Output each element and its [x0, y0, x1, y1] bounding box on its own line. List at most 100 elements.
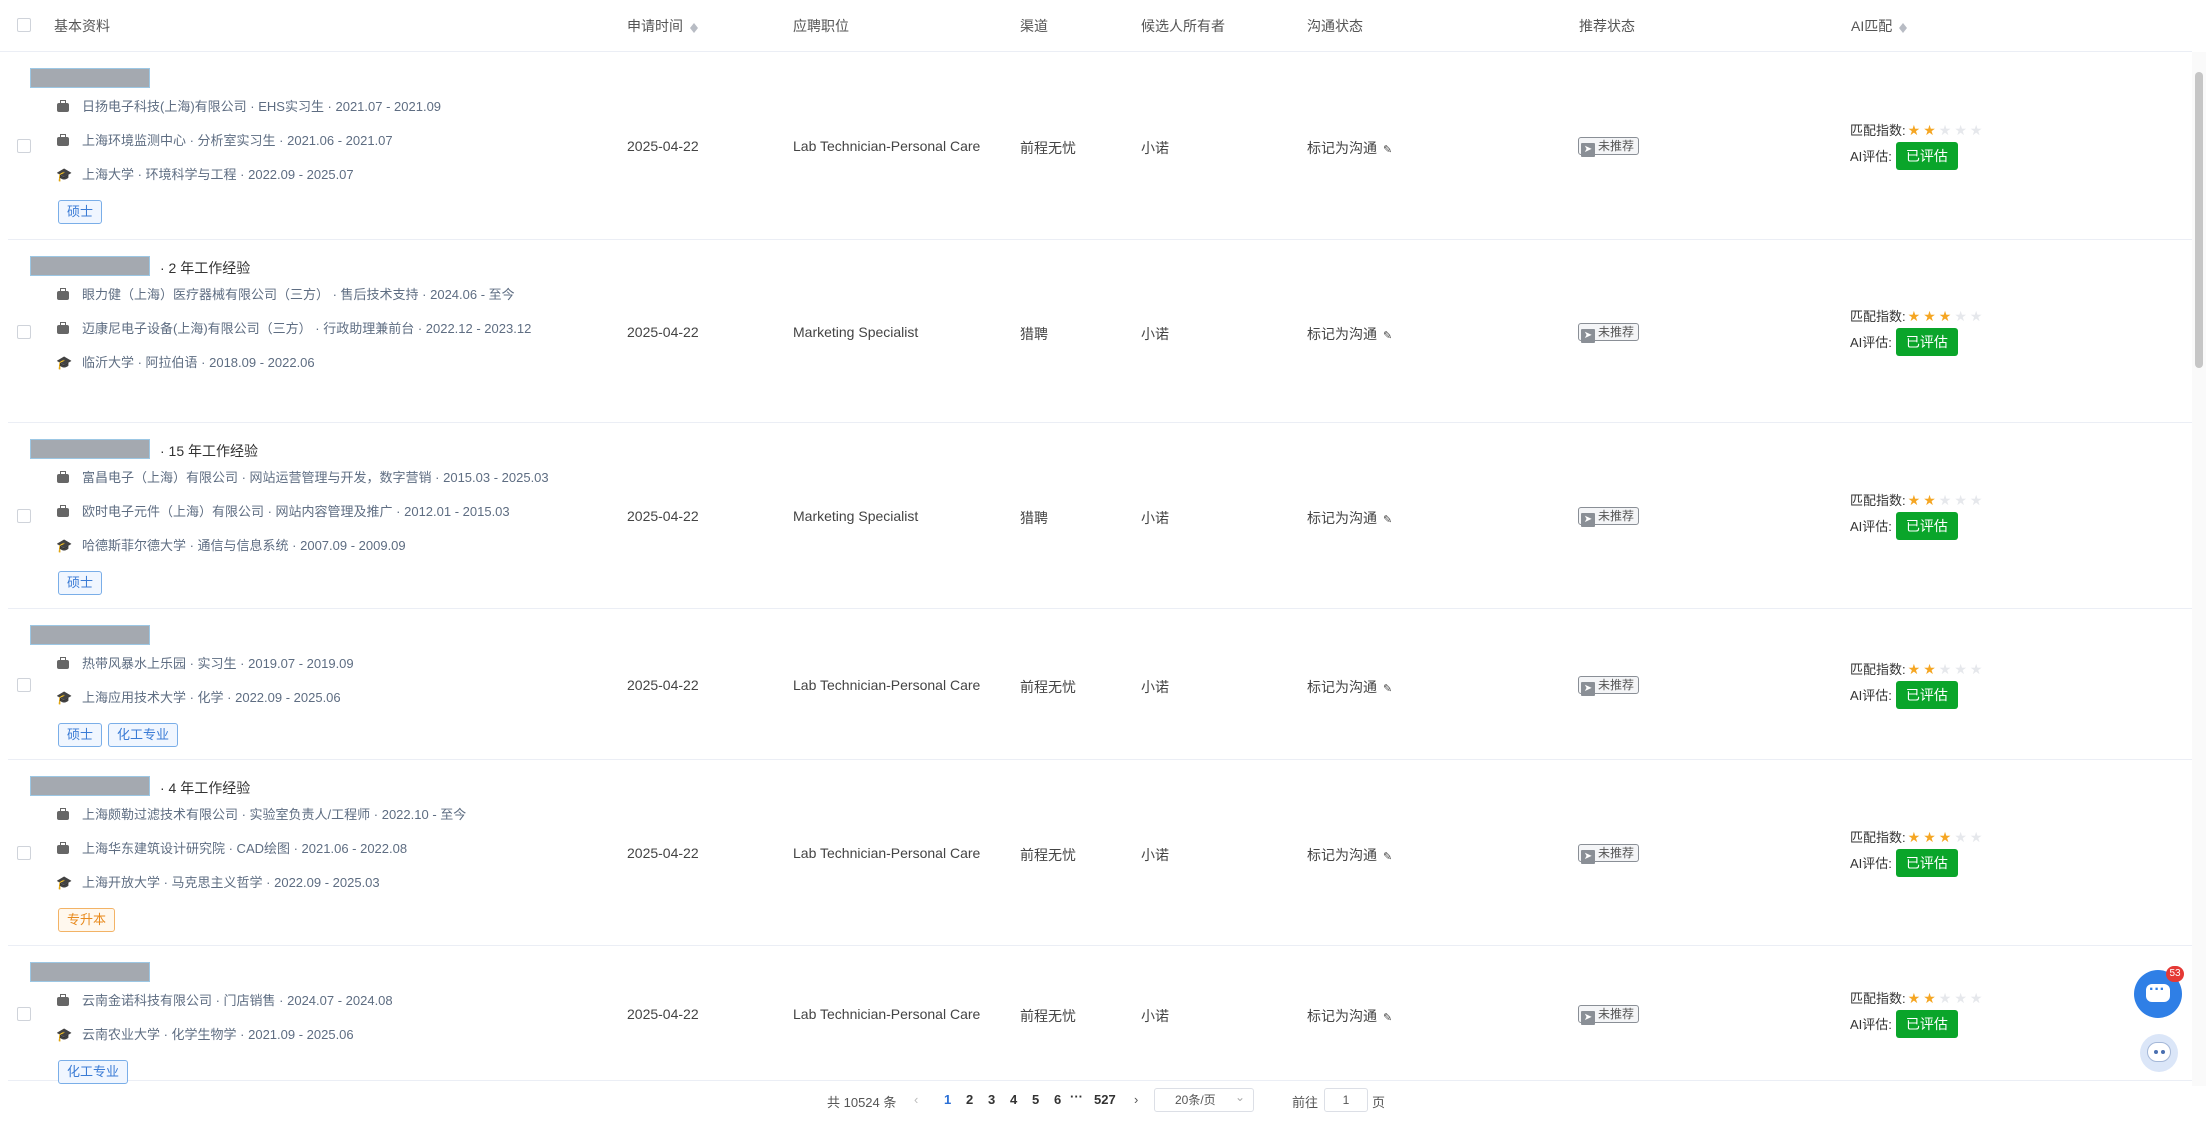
applied-position[interactable]: Lab Technician-Personal Care	[793, 845, 980, 861]
row-checkbox[interactable]	[17, 325, 31, 339]
comm-status[interactable]: 标记为沟通 ✎	[1307, 324, 1392, 344]
page-last[interactable]: 527	[1094, 1092, 1116, 1107]
education-item: 🎓 上海应用技术大学 · 化学 · 2022.09 - 2025.06	[56, 687, 341, 706]
col-ai-match[interactable]: AI匹配	[1851, 16, 1908, 36]
candidate-table-page: 基本资料 申请时间 应聘职位 渠道 候选人所有者 沟通状态 推荐状态 AI匹配 …	[0, 0, 2206, 1121]
table-row[interactable]: 日扬电子科技(上海)有限公司 · EHS实习生 · 2021.07 - 2021…	[8, 52, 2192, 240]
applied-position[interactable]: Marketing Specialist	[793, 508, 918, 524]
candidate-name-redacted[interactable]	[30, 776, 150, 796]
sort-icon[interactable]	[689, 18, 699, 34]
pager-ellipsis[interactable]: ···	[1070, 1089, 1083, 1104]
recommend-status-badge: ➤ 未推荐	[1578, 323, 1640, 343]
comm-status[interactable]: 标记为沟通 ✎	[1307, 1006, 1392, 1026]
work-history-item: 迈康尼电子设备(上海)有限公司（三方） · 行政助理兼前台 · 2022.12 …	[56, 318, 531, 337]
applied-position[interactable]: Lab Technician-Personal Care	[793, 1006, 980, 1022]
row-checkbox[interactable]	[17, 509, 31, 523]
edit-pencil-icon[interactable]: ✎	[1383, 682, 1392, 695]
ai-eval-label: AI评估:	[1850, 149, 1892, 164]
prev-page-icon[interactable]: ‹	[914, 1092, 918, 1107]
applied-position[interactable]: Lab Technician-Personal Care	[793, 677, 980, 693]
owner: 小诺	[1141, 326, 1169, 342]
goto-page-input[interactable]: 1	[1324, 1088, 1368, 1112]
history-text: 欧时电子元件（上海）有限公司 · 网站内容管理及推广 · 2012.01 - 2…	[82, 504, 510, 519]
send-icon: ➤	[1581, 329, 1595, 343]
history-text: 上海应用技术大学 · 化学 · 2022.09 - 2025.06	[82, 690, 341, 705]
comm-status[interactable]: 标记为沟通 ✎	[1307, 845, 1392, 865]
education-item: 🎓 云南农业大学 · 化学生物学 · 2021.09 - 2025.06	[56, 1024, 354, 1043]
edit-pencil-icon[interactable]: ✎	[1383, 143, 1392, 156]
match-stars: ★ ★ ★ ★ ★	[1908, 492, 1986, 509]
chat-button[interactable]: 53	[2134, 966, 2184, 1018]
star-icon: ★	[1923, 990, 1936, 1006]
edit-pencil-icon[interactable]: ✎	[1383, 513, 1392, 526]
ai-eval-label: AI评估:	[1850, 335, 1892, 350]
applied-position[interactable]: Lab Technician-Personal Care	[793, 138, 980, 154]
table-header: 基本资料 申请时间 应聘职位 渠道 候选人所有者 沟通状态 推荐状态 AI匹配	[0, 0, 2192, 52]
candidate-name-redacted[interactable]	[30, 256, 150, 276]
recommend-status-text: 未推荐	[1598, 1007, 1635, 1021]
table-row[interactable]: · 4 年工作经验 上海颇勒过滤技术有限公司 · 实验室负责人/工程师 · 202…	[8, 760, 2192, 946]
evaluated-button[interactable]: 已评估	[1895, 328, 1958, 356]
table-row[interactable]: 云南金诺科技有限公司 · 门店销售 · 2024.07 - 2024.08 🎓 云南…	[8, 946, 2192, 1084]
briefcase-icon	[56, 322, 70, 336]
page-number[interactable]: 6	[1054, 1092, 1061, 1107]
apply-date: 2025-04-22	[627, 1006, 699, 1022]
evaluated-button[interactable]: 已评估	[1895, 681, 1958, 709]
education-item: 🎓 临沂大学 · 阿拉伯语 · 2018.09 - 2022.06	[56, 352, 315, 371]
table-row[interactable]: 热带风暴水上乐园 · 实习生 · 2019.07 - 2019.09 🎓 上海应用技…	[8, 609, 2192, 760]
match-index-label: 匹配指数:	[1850, 662, 1906, 677]
ai-match-index: 匹配指数: ★ ★ ★ ★ ★	[1850, 306, 1985, 325]
page-number[interactable]: 5	[1032, 1092, 1039, 1107]
sort-icon[interactable]	[1898, 18, 1908, 34]
edit-pencil-icon[interactable]: ✎	[1383, 850, 1392, 863]
channel: 前程无忧	[1020, 679, 1076, 695]
recommend-status-badge: ➤ 未推荐	[1578, 844, 1640, 864]
page-number[interactable]: 3	[988, 1092, 995, 1107]
assistant-robot-button[interactable]	[2140, 1034, 2178, 1072]
ai-eval: AI评估: 已评估	[1850, 142, 1958, 170]
history-text: 云南金诺科技有限公司 · 门店销售 · 2024.07 - 2024.08	[82, 993, 393, 1008]
star-icon: ★	[1969, 990, 1983, 1006]
table-row[interactable]: · 15 年工作经验 富昌电子（上海）有限公司 · 网站运营管理与开发，数字营销 …	[8, 423, 2192, 609]
row-checkbox[interactable]	[17, 846, 31, 860]
next-page-icon[interactable]: ›	[1134, 1092, 1138, 1107]
work-experience: · 15 年工作经验	[160, 443, 259, 459]
edit-pencil-icon[interactable]: ✎	[1383, 1011, 1392, 1024]
star-icon: ★	[1907, 829, 1921, 845]
match-index-label: 匹配指数:	[1850, 830, 1906, 845]
goto-suffix: 页	[1372, 1095, 1386, 1110]
page-number[interactable]: 1	[944, 1092, 951, 1107]
comm-status[interactable]: 标记为沟通 ✎	[1307, 508, 1392, 528]
candidate-name-redacted[interactable]	[30, 68, 150, 88]
evaluated-button[interactable]: 已评估	[1895, 512, 1958, 540]
evaluated-button[interactable]: 已评估	[1895, 1010, 1958, 1038]
candidate-name-redacted[interactable]	[30, 439, 150, 459]
chat-unread-badge: 53	[2166, 966, 2184, 982]
comm-status-text: 标记为沟通	[1307, 510, 1377, 526]
table-row[interactable]: · 2 年工作经验 眼力健（上海）医疗器械有限公司（三方） · 售后技术支持 · …	[8, 240, 2192, 423]
star-icon: ★	[1969, 492, 1983, 508]
owner: 小诺	[1141, 510, 1169, 526]
comm-status[interactable]: 标记为沟通 ✎	[1307, 138, 1392, 158]
row-checkbox[interactable]	[17, 678, 31, 692]
candidate-name-redacted[interactable]	[30, 962, 150, 982]
comm-status[interactable]: 标记为沟通 ✎	[1307, 677, 1392, 697]
comm-status-text: 标记为沟通	[1307, 679, 1377, 695]
history-text: 临沂大学 · 阿拉伯语 · 2018.09 - 2022.06	[82, 355, 315, 370]
evaluated-button[interactable]: 已评估	[1895, 142, 1958, 170]
scrollbar-thumb[interactable]	[2195, 72, 2203, 368]
send-icon: ➤	[1581, 850, 1595, 864]
candidate-name-redacted[interactable]	[30, 625, 150, 645]
page-size-select[interactable]: 20条/页	[1154, 1086, 1254, 1112]
edit-pencil-icon[interactable]: ✎	[1383, 329, 1392, 342]
page-number[interactable]: 2	[966, 1092, 973, 1107]
col-apply-time[interactable]: 申请时间	[627, 16, 699, 36]
select-all-checkbox[interactable]	[17, 18, 31, 32]
page-number[interactable]: 4	[1010, 1092, 1017, 1107]
applied-position[interactable]: Marketing Specialist	[793, 324, 918, 340]
row-checkbox[interactable]	[17, 139, 31, 153]
evaluated-button[interactable]: 已评估	[1895, 849, 1958, 877]
ai-eval: AI评估: 已评估	[1850, 849, 1958, 877]
row-checkbox[interactable]	[17, 1007, 31, 1021]
star-icon: ★	[1923, 308, 1936, 324]
